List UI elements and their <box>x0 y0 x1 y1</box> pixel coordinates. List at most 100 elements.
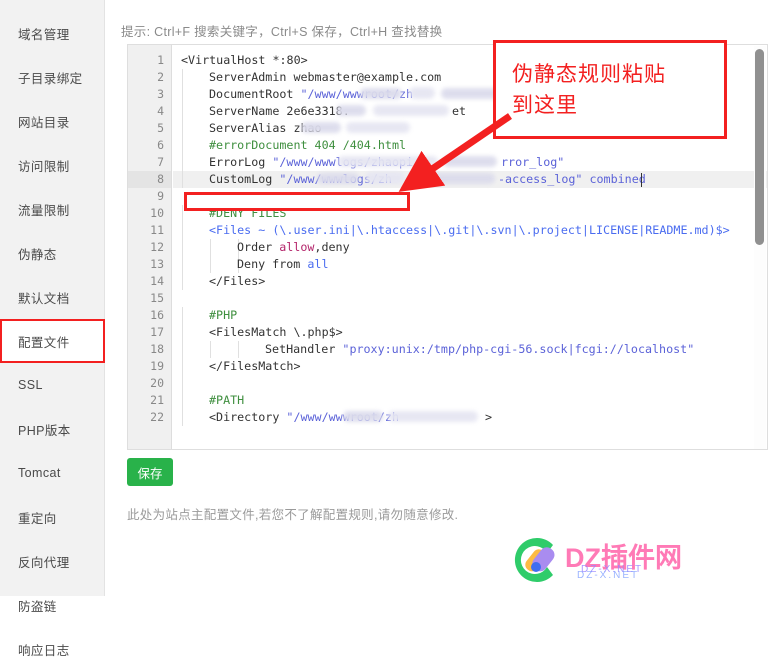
redaction-blur <box>301 122 341 133</box>
code-token: #errorDocument 404 /404.html <box>209 138 407 152</box>
redaction-blur <box>317 173 359 184</box>
sidebar-item-15[interactable]: 响应日志 <box>0 627 105 671</box>
code-line-11[interactable]: <Files ~ (\.user.ini|\.htaccess|\.git|\.… <box>209 222 730 239</box>
code-token: #PATH <box>209 393 245 407</box>
watermark-logo-icon <box>514 538 555 582</box>
code-line-21[interactable]: #PATH <box>209 392 244 409</box>
indent-guide <box>182 307 183 426</box>
code-line-6[interactable]: #errorDocument 404 /404.html <box>209 137 406 154</box>
line-number: 15 <box>150 291 164 305</box>
code-line-2[interactable]: ServerAdmin webmaster@example.com <box>209 69 441 86</box>
site-watermark: DZ插件网 DZ-X.NET DZ-X.NET <box>505 534 763 592</box>
sidebar-item-9[interactable]: SSL <box>0 363 105 407</box>
annotation-arrow-icon <box>398 113 512 192</box>
sidebar-item-6[interactable]: 伪静态 <box>0 231 105 275</box>
code-token: CustomLog <box>209 172 280 186</box>
sidebar-item-2[interactable]: 子目录绑定 <box>0 55 105 99</box>
sidebar-item-label: 子目录绑定 <box>18 71 83 86</box>
code-token: DocumentRoot <box>209 87 301 101</box>
indent-guide <box>238 341 239 358</box>
sidebar-item-14[interactable]: 防盗链 <box>0 583 105 627</box>
code-line-1[interactable]: <VirtualHost *:80> <box>181 52 308 69</box>
annotation-target-line-box <box>184 192 410 211</box>
sidebar-item-7[interactable]: 默认文档 <box>0 275 105 319</box>
watermark-sub-text-2: DZ-X.NET <box>577 570 640 581</box>
editor-gutter: 1 2 3 4 5 6 7 8 9 10 11 12 13 14 15 16 17 18 19 20 21 22 <box>128 45 172 449</box>
sidebar-item-4[interactable]: 访问限制 <box>0 143 105 187</box>
line-number: 14 <box>150 274 164 288</box>
code-token: <Directory <box>209 410 287 424</box>
code-token: "proxy:unix:/tmp/php-cgi-56.sock|fcgi://… <box>342 342 695 356</box>
sidebar-item-13[interactable]: 反向代理 <box>0 539 105 583</box>
save-button[interactable]: 保存 <box>127 458 173 486</box>
sidebar-item-label: 网站目录 <box>18 115 70 130</box>
indent-guide <box>182 239 183 273</box>
line-number: 13 <box>150 257 164 271</box>
sidebar-item-label: 反向代理 <box>18 555 70 570</box>
code-token: ServerAdmin webmaster@example.com <box>209 70 442 84</box>
sidebar-item-label: 防盗链 <box>18 599 57 614</box>
code-line-12[interactable]: Order allow,deny <box>237 239 350 256</box>
code-line-17[interactable]: <FilesMatch \.php$> <box>209 324 343 341</box>
line-number: 7 <box>157 155 164 169</box>
line-number: 18 <box>150 342 164 356</box>
editor-scrollbar-track[interactable] <box>754 46 766 449</box>
line-number: 20 <box>150 376 164 390</box>
shortcut-hint: 提示: Ctrl+F 搜索关键字，Ctrl+S 保存，Ctrl+H 查找替换 <box>121 25 443 39</box>
annotation-line-1: 伪静态规则粘贴 <box>512 62 666 86</box>
sidebar-item-11[interactable]: Tomcat <box>0 451 105 495</box>
sidebar-item-label: 流量限制 <box>18 203 70 218</box>
code-fragment: > <box>485 410 493 424</box>
redaction-blur <box>336 105 366 116</box>
redaction-blur <box>388 411 478 422</box>
line-number: 2 <box>157 70 164 84</box>
sidebar-item-label: Tomcat <box>18 466 61 480</box>
line-number: 10 <box>150 206 164 220</box>
code-token: </FilesMatch> <box>209 359 301 373</box>
sidebar-item-label: 响应日志 <box>18 643 70 658</box>
code-line-4[interactable]: ServerName 2e6e3318. <box>209 103 350 120</box>
indent-guide <box>182 341 183 358</box>
sidebar-item-8[interactable]: 配置文件 <box>0 319 105 363</box>
line-number: 1 <box>157 53 164 67</box>
line-number: 12 <box>150 240 164 254</box>
code-token: all <box>307 257 329 271</box>
line-number: 5 <box>157 121 164 135</box>
code-token: ErrorLog <box>209 155 273 169</box>
sidebar-item-12[interactable]: 重定向 <box>0 495 105 539</box>
annotation-callout-box: 伪静态规则粘贴 到这里 <box>493 40 727 139</box>
redaction-blur <box>441 88 501 99</box>
sidebar-item-1[interactable]: 域名管理 <box>0 11 105 55</box>
line-number: 8 <box>157 172 164 186</box>
redaction-blur <box>360 88 402 99</box>
redaction-blur <box>343 411 383 422</box>
line-number: 19 <box>150 359 164 373</box>
sidebar-item-3[interactable]: 网站目录 <box>0 99 105 143</box>
indent-guide <box>210 239 211 273</box>
code-line-18[interactable]: SetHandler "proxy:unix:/tmp/php-cgi-56.s… <box>265 341 694 358</box>
footer-note: 此处为站点主配置文件,若您不了解配置规则,请勿随意修改. <box>127 508 459 522</box>
code-fragment: -access_log" combined <box>498 172 646 186</box>
editor-scrollbar-thumb[interactable] <box>755 49 764 245</box>
code-line-13[interactable]: Deny from all <box>237 256 329 273</box>
line-number: 16 <box>150 308 164 322</box>
line-number: 21 <box>150 393 164 407</box>
page-root: 域名管理子目录绑定网站目录访问限制流量限制伪静态默认文档配置文件 SSL PHP版本… <box>0 0 768 658</box>
sidebar-item-10[interactable]: PHP版本 <box>0 407 105 451</box>
code-token: </Files> <box>209 274 266 288</box>
line-number: 9 <box>157 189 164 203</box>
sidebar-item-label: 访问限制 <box>18 159 70 174</box>
sidebar-item-label: 伪静态 <box>18 247 57 262</box>
sidebar: 域名管理子目录绑定网站目录访问限制流量限制伪静态默认文档配置文件 SSL PHP版本… <box>0 0 105 658</box>
line-number: 3 <box>157 87 164 101</box>
sidebar-item-label: PHP版本 <box>18 423 71 438</box>
code-token: Order <box>237 240 280 254</box>
line-number: 11 <box>150 223 164 237</box>
sidebar-item-5[interactable]: 流量限制 <box>0 187 105 231</box>
code-line-14[interactable]: </Files> <box>209 273 265 290</box>
sidebar-item-label: 默认文档 <box>18 291 70 306</box>
code-line-19[interactable]: </FilesMatch> <box>209 358 300 375</box>
code-token: ServerName 2e6e3318. <box>209 104 350 118</box>
code-line-16[interactable]: #PHP <box>209 307 237 324</box>
sidebar-item-label: 配置文件 <box>18 335 70 350</box>
